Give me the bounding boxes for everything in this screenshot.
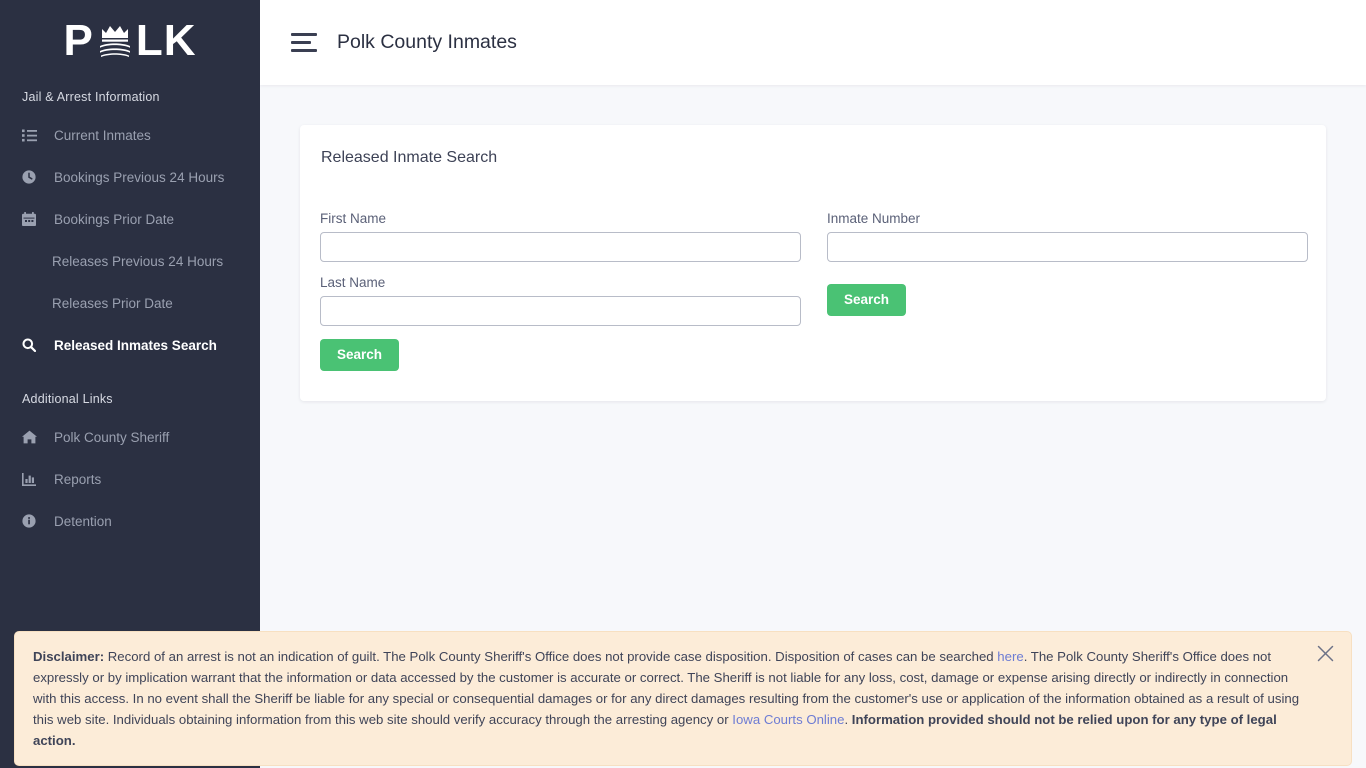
- app-root: P LK Jail & Arrest Information Current I…: [0, 0, 1366, 768]
- released-inmate-search-card: Released Inmate Search First Name Last N…: [300, 125, 1326, 401]
- list-ul-icon: [22, 129, 44, 142]
- inmate-number-input[interactable]: [827, 232, 1308, 262]
- first-name-field-group: First Name: [320, 211, 801, 262]
- hamburger-bar: [291, 41, 311, 44]
- brand-logo[interactable]: P LK: [0, 0, 260, 76]
- inmate-number-label: Inmate Number: [827, 211, 921, 226]
- page-title: Polk County Inmates: [337, 31, 517, 53]
- inmate-number-field-group: Inmate Number: [827, 211, 1308, 262]
- bar-chart-icon: [22, 472, 44, 486]
- sidebar-item-label: Reports: [54, 471, 102, 487]
- last-name-input[interactable]: [320, 296, 801, 326]
- sidebar-item-bookings-previous-24-hours[interactable]: Bookings Previous 24 Hours: [0, 156, 260, 198]
- top-header-bar: Polk County Inmates: [260, 0, 1366, 85]
- sidebar-item-label: Current Inmates: [54, 127, 151, 143]
- sidebar-item-releases-prior-date[interactable]: Releases Prior Date: [0, 282, 260, 324]
- sidebar-item-released-inmates-search[interactable]: Released Inmates Search: [0, 324, 260, 366]
- info-circle-icon: [22, 514, 44, 528]
- sidebar-item-label: Releases Previous 24 Hours: [52, 253, 224, 269]
- disclaimer-link-here[interactable]: here: [997, 649, 1023, 664]
- sidebar-item-label: Polk County Sheriff: [54, 429, 170, 445]
- disclaimer-text-part3: .: [844, 712, 852, 727]
- hamburger-icon[interactable]: [291, 32, 317, 54]
- sidebar-item-current-inmates[interactable]: Current Inmates: [0, 114, 260, 156]
- disclaimer-link-iowa-courts-online[interactable]: Iowa Courts Online: [732, 712, 844, 727]
- sidebar-item-bookings-prior-date[interactable]: Bookings Prior Date: [0, 198, 260, 240]
- sidebar-item-reports[interactable]: Reports: [0, 458, 260, 500]
- brand-text-after: LK: [135, 16, 197, 65]
- sidebar-section-heading-jail: Jail & Arrest Information: [22, 90, 160, 104]
- sidebar-item-label: Released Inmates Search: [54, 337, 217, 353]
- disclaimer-text-part1: Record of an arrest is not an indication…: [104, 649, 998, 664]
- sidebar-item-polk-county-sheriff[interactable]: Polk County Sheriff: [0, 416, 260, 458]
- sidebar-item-releases-previous-24-hours[interactable]: Releases Previous 24 Hours: [0, 240, 260, 282]
- sidebar-item-label: Bookings Previous 24 Hours: [54, 169, 225, 185]
- brand-text-before: P: [63, 16, 94, 65]
- disclaimer-label: Disclaimer:: [33, 649, 105, 664]
- last-name-label: Last Name: [320, 275, 386, 290]
- search-button-inmate-number[interactable]: Search: [827, 284, 907, 316]
- calendar-icon: [22, 212, 44, 226]
- card-title: Released Inmate Search: [321, 149, 498, 166]
- disclaimer-banner: Disclaimer: Record of an arrest is not a…: [14, 631, 1352, 766]
- polk-crown-field-icon: [95, 19, 135, 63]
- last-name-field-group: Last Name: [320, 275, 801, 326]
- search-form-left-column: First Name Last Name Search: [320, 211, 801, 371]
- clock-icon: [22, 170, 44, 184]
- search-button-names[interactable]: Search: [320, 339, 400, 371]
- search-icon: [22, 338, 44, 352]
- search-form-right-column: Inmate Number Search: [827, 211, 1308, 371]
- first-name-label: First Name: [320, 211, 387, 226]
- sidebar-item-label: Releases Prior Date: [52, 295, 173, 311]
- sidebar-item-detention[interactable]: Detention: [0, 500, 260, 542]
- search-form: First Name Last Name Search Inmate Numbe…: [320, 211, 1308, 371]
- sidebar-section-heading-additional: Additional Links: [22, 392, 113, 406]
- first-name-input[interactable]: [320, 232, 801, 262]
- home-icon: [22, 430, 44, 444]
- sidebar-item-label: Bookings Prior Date: [54, 211, 175, 227]
- hamburger-bar: [291, 33, 317, 36]
- hamburger-bar: [291, 49, 317, 52]
- sidebar-item-label: Detention: [54, 513, 112, 529]
- close-icon[interactable]: [1317, 645, 1337, 665]
